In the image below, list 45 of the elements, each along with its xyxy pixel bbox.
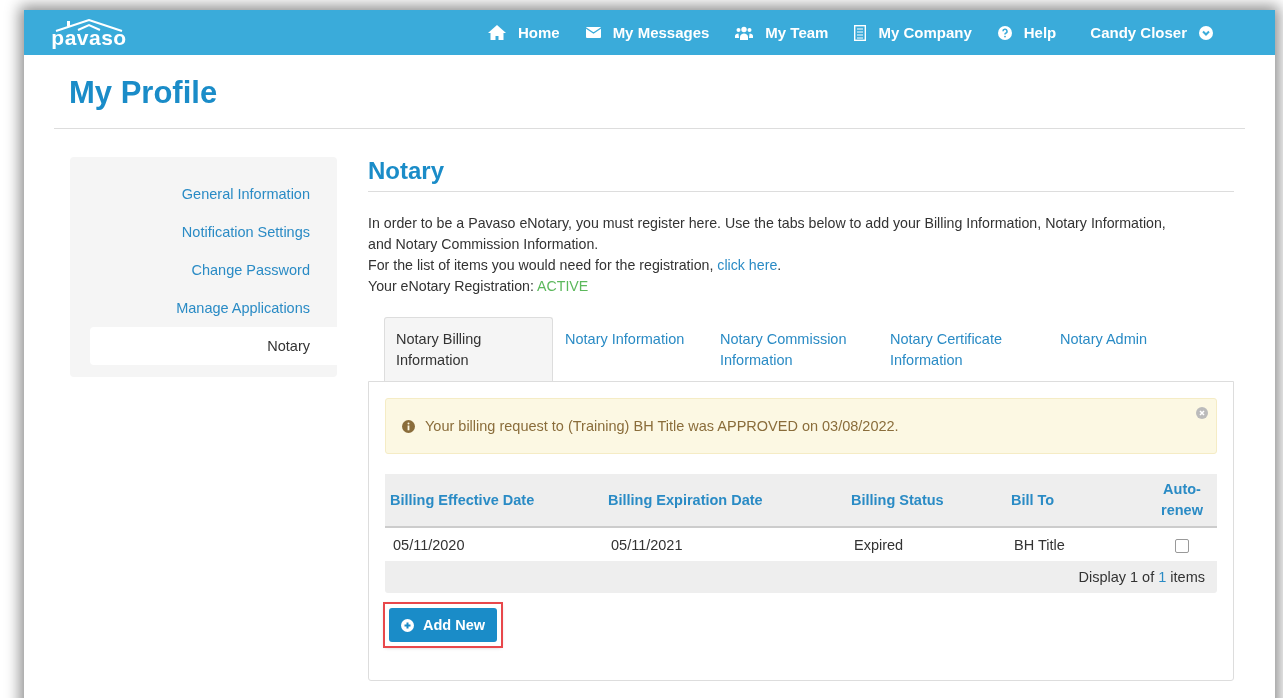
nav-link[interactable]: Home bbox=[487, 24, 560, 41]
column-header[interactable]: Auto-renew bbox=[1147, 474, 1217, 527]
sidebar-item[interactable]: Notary bbox=[90, 327, 337, 365]
registration-status-text: Your eNotary Registration: ACTIVE bbox=[368, 277, 590, 296]
section-title: Notary bbox=[368, 157, 1234, 192]
roof-icon bbox=[54, 18, 124, 32]
nav-link[interactable]: Help bbox=[997, 24, 1057, 41]
column-header[interactable]: Billing Effective Date bbox=[385, 474, 603, 527]
nav-link[interactable]: My Messages bbox=[585, 24, 710, 41]
nav-link[interactable]: My Company bbox=[854, 24, 972, 41]
tab[interactable]: Notary Commission Information bbox=[708, 317, 878, 381]
auto-renew-checkbox[interactable] bbox=[1175, 538, 1189, 553]
nav-link[interactable]: My Team bbox=[735, 24, 829, 41]
tab[interactable]: Notary Admin bbox=[1048, 317, 1168, 381]
sidebar-item[interactable]: General Information bbox=[90, 175, 337, 213]
building-icon bbox=[854, 24, 867, 41]
intro-text: In order to be a Pavaso eNotary, you must register here. Use the tabs below to add your Billing Information, Notary Information, and Notary Commission Information. bbox=[368, 214, 1167, 254]
table-cell: BH Title bbox=[1006, 527, 1147, 561]
table-cell: Expired bbox=[846, 527, 1006, 561]
tab[interactable]: Notary Information bbox=[553, 317, 708, 381]
envelope-icon bbox=[585, 27, 601, 38]
tab[interactable]: Notary Billing Information bbox=[384, 317, 553, 381]
logo-text[interactable]: pavaso bbox=[51, 28, 127, 47]
user-menu[interactable]: Candy Closer bbox=[1090, 24, 1213, 41]
people-icon bbox=[735, 25, 754, 40]
column-header[interactable]: Billing Status bbox=[846, 474, 1006, 527]
close-icon[interactable] bbox=[1196, 407, 1208, 419]
plus-circle-icon bbox=[401, 618, 414, 632]
column-header[interactable]: Billing Expiration Date bbox=[603, 474, 846, 527]
info-icon bbox=[402, 419, 415, 433]
chevron-down-icon bbox=[1199, 25, 1213, 40]
table-cell: 05/11/2021 bbox=[603, 527, 846, 561]
page-title: My Profile bbox=[54, 55, 1245, 129]
column-header[interactable]: Bill To bbox=[1006, 474, 1147, 527]
registration-list-text: For the list of items you would need for the registration, click here. bbox=[368, 256, 783, 275]
help-icon bbox=[997, 25, 1012, 40]
tab[interactable]: Notary Certificate Information bbox=[878, 317, 1048, 381]
table-cell: 05/11/2020 bbox=[385, 527, 603, 561]
sidebar-item[interactable]: Notification Settings bbox=[90, 213, 337, 251]
home-icon bbox=[487, 25, 506, 40]
alert-message: Your billing request to (Training) BH Title was APPROVED on 03/08/2022. bbox=[425, 418, 899, 434]
sidebar-item[interactable]: Manage Applications bbox=[90, 289, 337, 327]
pager-text: Display 1 of 1 items bbox=[1078, 569, 1205, 585]
add-new-button[interactable]: Add New bbox=[389, 608, 498, 642]
sidebar-item[interactable]: Change Password bbox=[90, 251, 337, 289]
